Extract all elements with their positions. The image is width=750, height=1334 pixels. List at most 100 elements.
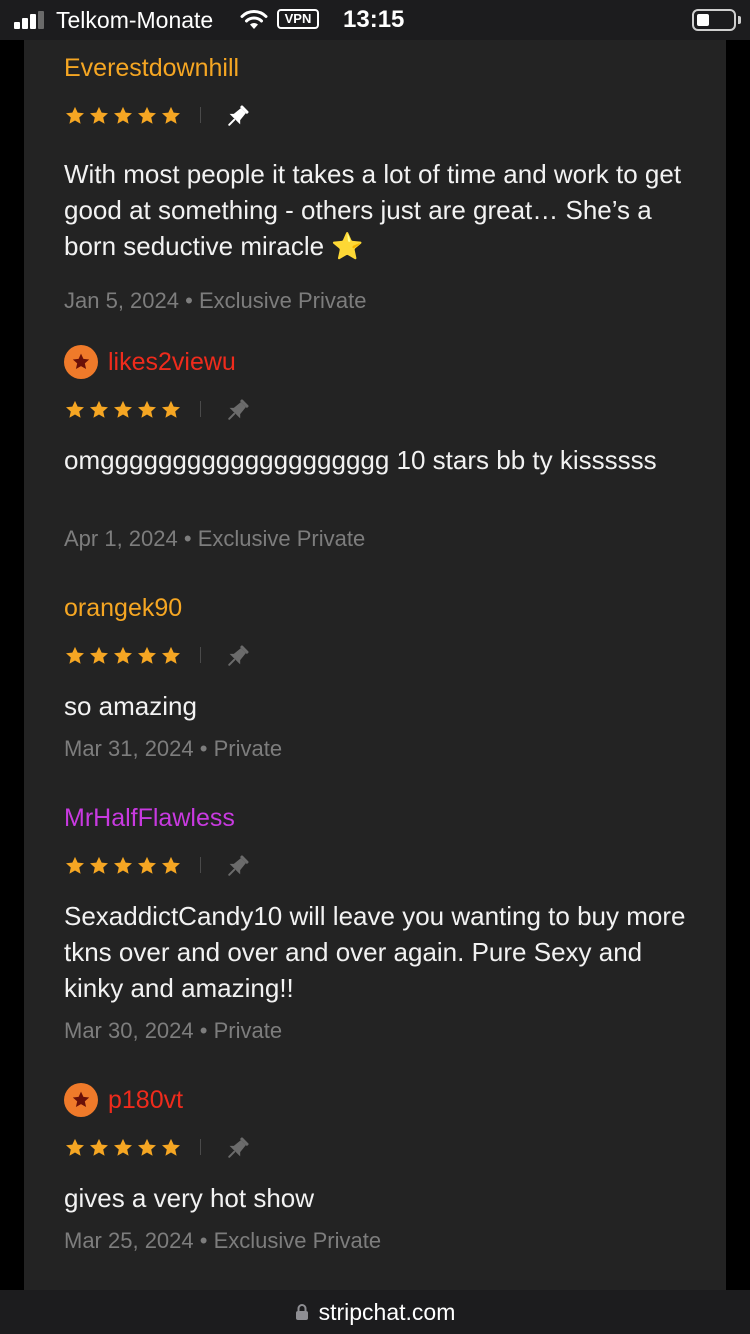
- star-icon: [162, 106, 180, 124]
- star-icon: [90, 1138, 108, 1156]
- review-meta: Mar 30, 2024 • Private: [64, 1018, 282, 1044]
- review-text: so amazing: [64, 691, 197, 721]
- review-header: p180vt: [64, 1080, 183, 1120]
- review-item: MrHalfFlawless SexaddictCandy10 will lea…: [64, 798, 704, 1048]
- review-username[interactable]: p180vt: [108, 1086, 183, 1115]
- star-icon: [66, 400, 84, 418]
- pin-icon[interactable]: [222, 642, 252, 672]
- star-rating: [64, 645, 182, 667]
- star-icon: [114, 106, 132, 124]
- rating-row: [64, 396, 284, 424]
- rating-row: [64, 102, 284, 130]
- review-date: Apr 1, 2024: [64, 526, 178, 551]
- review-username[interactable]: orangek90: [64, 594, 182, 623]
- star-icon: [66, 856, 84, 874]
- vpn-badge: VPN: [277, 9, 319, 29]
- review-text: omgggggggggggggggggggg 10 stars bb ty ki…: [64, 445, 657, 475]
- review-meta: Mar 25, 2024 • Exclusive Private: [64, 1228, 381, 1254]
- review-header: orangek90: [64, 588, 182, 628]
- pin-icon[interactable]: [222, 1134, 252, 1164]
- user-level-avatar: [64, 345, 98, 379]
- lock-icon: [295, 1304, 308, 1320]
- review-text: SexaddictCandy10 will leave you wanting …: [64, 901, 686, 1003]
- rating-row: [64, 1134, 284, 1162]
- review-item: likes2viewu omgggggggggggggggggggg 10 st…: [64, 342, 704, 556]
- star-icon: [138, 646, 156, 664]
- star-badge-icon: [72, 1091, 90, 1107]
- star-icon: [90, 646, 108, 664]
- star-icon: [114, 856, 132, 874]
- review-text: gives a very hot show: [64, 1183, 315, 1213]
- star-icon: [114, 400, 132, 418]
- star-icon: [138, 856, 156, 874]
- star-icon: [66, 646, 84, 664]
- star-icon: [162, 646, 180, 664]
- star-icon: [90, 856, 108, 874]
- carrier-name: Telkom-Monate: [56, 7, 214, 33]
- status-time: 13:15: [343, 6, 405, 33]
- review-header: Everestdownhill: [64, 48, 239, 88]
- star-icon: [162, 1138, 180, 1156]
- star-rating: [64, 399, 182, 421]
- star-icon: [90, 400, 108, 418]
- review-show-type: Private: [213, 736, 283, 761]
- review-header: likes2viewu: [64, 342, 236, 382]
- review-username[interactable]: likes2viewu: [108, 348, 236, 377]
- divider: [200, 1139, 201, 1155]
- star-rating: [64, 1137, 182, 1159]
- separator-dot: •: [185, 288, 199, 313]
- status-bar: Telkom-Monate VPN 13:15: [0, 0, 750, 40]
- star-icon: [90, 106, 108, 124]
- review-meta: Jan 5, 2024 • Exclusive Private: [64, 288, 366, 314]
- review-username[interactable]: Everestdownhill: [64, 54, 239, 83]
- battery-tip: [738, 16, 741, 24]
- separator-dot: •: [183, 526, 198, 551]
- star-icon: [114, 646, 132, 664]
- battery-icon: [692, 9, 736, 31]
- review-date: Mar 30, 2024: [64, 1018, 194, 1043]
- star-icon: [162, 856, 180, 874]
- review-meta: Mar 31, 2024 • Private: [64, 736, 282, 762]
- star-icon: [66, 106, 84, 124]
- divider: [200, 647, 201, 663]
- review-show-type: Exclusive Private: [213, 1228, 382, 1253]
- review-username[interactable]: MrHalfFlawless: [64, 804, 235, 833]
- star-icon: [162, 400, 180, 418]
- star-rating: [64, 105, 182, 127]
- review-meta: Apr 1, 2024 • Exclusive Private: [64, 526, 365, 552]
- star-icon: [138, 106, 156, 124]
- divider: [200, 857, 201, 873]
- browser-url-bar[interactable]: stripchat.com: [0, 1290, 750, 1334]
- star-icon: [66, 1138, 84, 1156]
- reviews-panel: Everestdownhill With most people it take…: [24, 40, 726, 1290]
- wifi-icon: [240, 10, 268, 29]
- rating-row: [64, 642, 284, 670]
- separator-dot: •: [199, 1018, 214, 1043]
- pin-icon[interactable]: [222, 102, 252, 132]
- separator-dot: •: [199, 1228, 214, 1253]
- review-show-type: Exclusive Private: [197, 526, 366, 551]
- review-show-type: Private: [213, 1018, 283, 1043]
- user-level-avatar: [64, 1083, 98, 1117]
- star-icon: [138, 1138, 156, 1156]
- pin-icon[interactable]: [222, 852, 252, 882]
- review-show-type: Exclusive Private: [198, 288, 367, 313]
- pin-icon[interactable]: [222, 396, 252, 426]
- url-domain: stripchat.com: [318, 1298, 456, 1325]
- star-badge-icon: [72, 353, 90, 369]
- star-icon: [138, 400, 156, 418]
- star-rating: [64, 855, 182, 877]
- review-date: Mar 25, 2024: [64, 1228, 194, 1253]
- star-icon: [114, 1138, 132, 1156]
- cellular-signal-icon: [14, 11, 46, 29]
- review-item: Everestdownhill With most people it take…: [64, 48, 704, 314]
- divider: [200, 401, 201, 417]
- review-date: Mar 31, 2024: [64, 736, 194, 761]
- review-item: p180vt gives a very hot show Mar 25, 202…: [64, 1080, 704, 1258]
- review-header: MrHalfFlawless: [64, 798, 235, 838]
- divider: [200, 107, 201, 123]
- separator-dot: •: [199, 736, 214, 761]
- review-item: orangek90 so amazing Mar 31, 2024 • Priv…: [64, 588, 704, 766]
- review-text: With most people it takes a lot of time …: [64, 159, 682, 261]
- review-date: Jan 5, 2024: [64, 288, 179, 313]
